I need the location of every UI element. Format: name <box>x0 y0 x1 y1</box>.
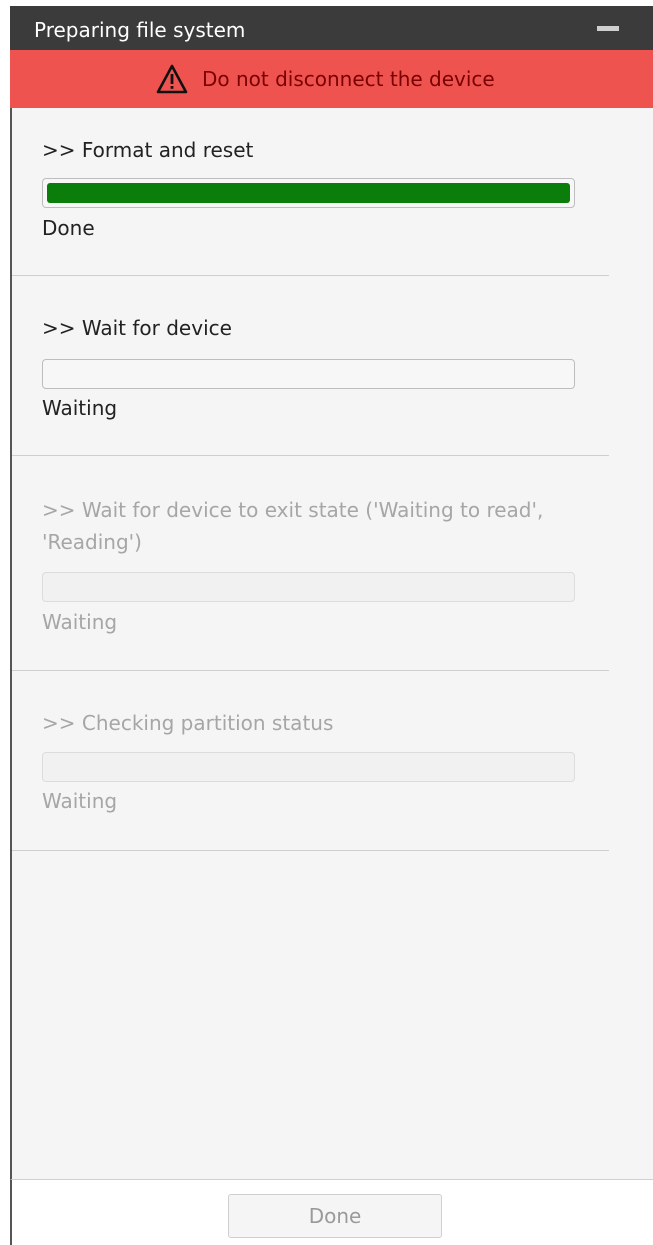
step-label: >> Format and reset <box>42 138 254 162</box>
warning-banner: Do not disconnect the device <box>10 50 653 108</box>
step-label: >> Wait for device to exit state ('Waiti… <box>42 498 544 554</box>
step-status: Waiting <box>42 789 118 813</box>
window-title: Preparing file system <box>34 18 246 42</box>
step-wait-device: >> Wait for device Waiting <box>12 276 609 456</box>
step-label: >> Wait for device <box>42 316 232 340</box>
step-checking-partition: >> Checking partition status Waiting <box>12 671 609 851</box>
warning-triangle-icon <box>156 64 188 94</box>
minimize-icon[interactable] <box>597 26 619 31</box>
progress-bar <box>42 359 575 389</box>
progress-fill <box>47 183 570 203</box>
progress-bar <box>42 752 575 782</box>
progress-bar <box>42 178 575 208</box>
step-format-reset: >> Format and reset Done <box>12 108 609 276</box>
done-button[interactable]: Done <box>228 1194 442 1238</box>
step-wait-exit-state: >> Wait for device to exit state ('Waiti… <box>12 456 609 671</box>
footer: Done <box>10 1179 653 1245</box>
step-status: Waiting <box>42 610 118 634</box>
step-status: Waiting <box>42 396 118 420</box>
title-bar: Preparing file system <box>10 6 653 50</box>
dialog-window: Preparing file system Do not disconnect … <box>10 6 653 1245</box>
step-label: >> Checking partition status <box>42 711 334 735</box>
progress-bar <box>42 572 575 602</box>
warning-text: Do not disconnect the device <box>202 67 495 91</box>
step-status: Done <box>42 216 95 240</box>
steps-panel: >> Format and reset Done >> Wait for dev… <box>10 108 653 1179</box>
